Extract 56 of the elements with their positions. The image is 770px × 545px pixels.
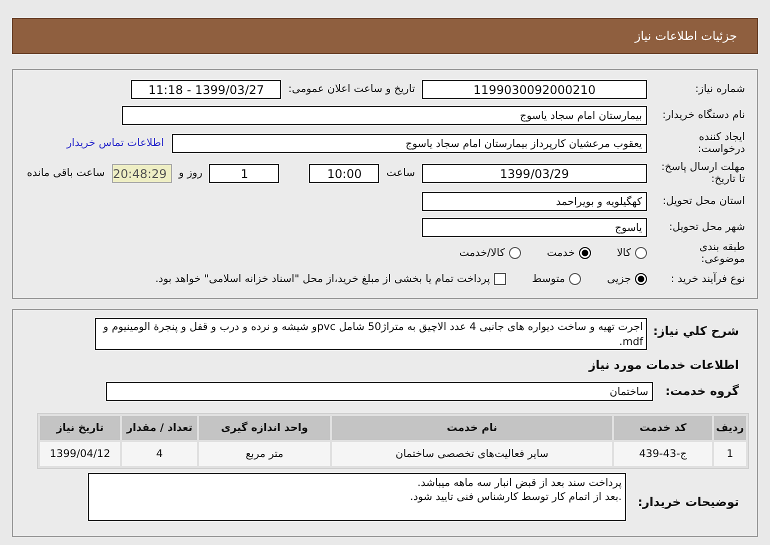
radio-button[interactable] bbox=[508, 247, 521, 259]
treasury-note: پرداخت تمام یا بخشی از مبلغ خرید،از محل "اسناد خزانه اسلامی" خواهد بود. bbox=[155, 273, 490, 285]
section-heading: اطلاعات خدمات مورد نیاز bbox=[587, 358, 739, 372]
option-label: متوسط bbox=[532, 273, 566, 285]
field-label: شماره نیاز: bbox=[694, 83, 745, 95]
column-header: نام خدمت bbox=[332, 416, 612, 440]
note-line: .بعد از اتمام کار توسط کارشناس فنی تایید شود. bbox=[409, 490, 622, 504]
field-label: نام دستگاه خریدار: bbox=[661, 109, 745, 121]
column-header: تعداد / مقدار bbox=[122, 416, 197, 440]
option-label: کالا/خدمت bbox=[459, 247, 505, 259]
field-label: ایجاد کننده درخواست: bbox=[696, 131, 745, 155]
requester-field: یعقوب مرعشیان کارپرداز بیمارستان امام سجاد یاسوج bbox=[172, 134, 647, 152]
field-label: شرح کلي نياز: bbox=[653, 323, 739, 338]
table-cell: 1 bbox=[714, 442, 746, 466]
province-field: کهگیلویه و بویراحمد bbox=[422, 192, 647, 210]
column-header: ردیف bbox=[714, 416, 746, 440]
radio-button[interactable] bbox=[635, 247, 647, 259]
contact-info-link[interactable]: اطلاعات تماس خریدار bbox=[66, 137, 164, 149]
note-line: پرداخت سند بعد از قبض انبار سه ماهه میباشد. bbox=[416, 476, 622, 490]
time-label: ساعت bbox=[386, 167, 415, 179]
table-cell: 1399/04/12 bbox=[40, 442, 120, 466]
field-label: توضیحات خریدار: bbox=[638, 494, 739, 509]
field-label: مهلت ارسال پاسخ: تا تاریخ: bbox=[660, 161, 745, 185]
option-label: کالا bbox=[616, 247, 631, 259]
field-label: استان محل تحویل: bbox=[662, 195, 745, 207]
checkbox[interactable] bbox=[494, 273, 506, 285]
service-group-field: ساختمان bbox=[106, 382, 654, 401]
description-field: اجرت تهیه و ساخت دیواره های جانبی 4 عدد الاچیق به متراژ50 شامل pvcو شیشه و نرده و درب و قفل و پنجرة الومینیوم و mdf. bbox=[95, 318, 648, 350]
days-field: 1 bbox=[209, 164, 280, 182]
deadline-date-field: 1399/03/29 bbox=[422, 164, 647, 182]
field-label: تاریخ و ساعت اعلان عمومی: bbox=[288, 83, 415, 95]
remaining-label: ساعت باقی مانده bbox=[26, 167, 105, 179]
announce-datetime-field: 1399/03/27 - 11:18 bbox=[131, 80, 282, 98]
city-field: یاسوج bbox=[422, 218, 647, 236]
radio-button[interactable] bbox=[578, 247, 591, 259]
deadline-time-field: 10:00 bbox=[309, 164, 380, 182]
option-label: خدمت bbox=[546, 247, 575, 259]
radio-button[interactable] bbox=[569, 273, 582, 285]
column-header: تاریخ نیاز bbox=[40, 416, 120, 440]
field-label: طبقه بندی موضوعی: bbox=[698, 241, 745, 265]
column-header: کد خدمت bbox=[614, 416, 712, 440]
table-cell: متر مربع bbox=[199, 442, 330, 466]
field-label: گروه خدمت: bbox=[665, 383, 739, 398]
table-cell: 4 bbox=[122, 442, 197, 466]
field-label: شهر محل تحویل: bbox=[668, 221, 745, 233]
remaining-time-field: 20:48:29 bbox=[112, 164, 172, 182]
field-label: نوع فرآیند خرید : bbox=[670, 273, 745, 285]
page-header: جزئیات اطلاعات نیاز bbox=[12, 18, 758, 54]
days-label: روز و bbox=[178, 167, 202, 179]
table-cell: سایر فعالیت‌های تخصصی ساختمان bbox=[332, 442, 612, 466]
column-header: واحد اندازه گیری bbox=[199, 416, 330, 440]
table-cell: ج-43-439 bbox=[614, 442, 712, 466]
option-label: جزیی bbox=[607, 273, 631, 285]
need-number-field: 1199030092000210 bbox=[422, 80, 647, 98]
radio-button[interactable] bbox=[635, 273, 647, 285]
buyer-org-field: بیمارستان امام سجاد یاسوج bbox=[122, 106, 647, 124]
